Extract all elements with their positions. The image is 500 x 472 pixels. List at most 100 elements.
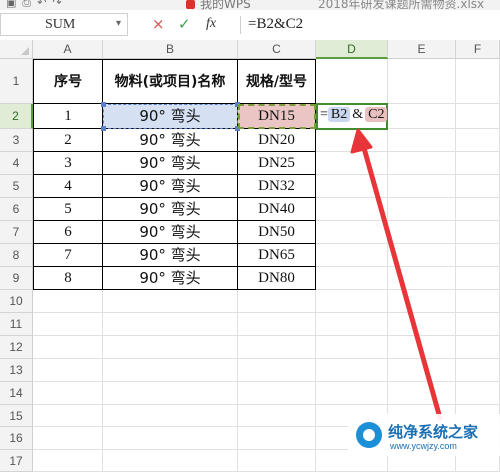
table-row-spec[interactable]: DN32 xyxy=(238,175,316,198)
table-row-spec[interactable]: DN65 xyxy=(238,244,316,267)
row-header-14[interactable]: 14 xyxy=(0,382,33,405)
cancel-icon[interactable]: × xyxy=(152,15,165,33)
row-header-15[interactable]: 15 xyxy=(0,405,33,427)
row-header-17[interactable]: 17 xyxy=(0,450,33,472)
table-row-spec[interactable]: DN15 xyxy=(238,104,316,129)
row-header-16[interactable]: 16 xyxy=(0,427,33,450)
cell-e6[interactable] xyxy=(388,198,456,221)
cell-d1[interactable] xyxy=(316,59,388,104)
table-row-number[interactable]: 8 xyxy=(33,267,103,290)
insert-function-button[interactable]: fx xyxy=(206,16,216,32)
table-row-spec[interactable]: DN25 xyxy=(238,152,316,175)
table-row-number[interactable]: 4 xyxy=(33,175,103,198)
row-header-5[interactable]: 5 xyxy=(0,175,33,198)
table-row-name[interactable]: 90° 弯头 xyxy=(103,198,238,221)
table-row-number[interactable]: 2 xyxy=(33,129,103,152)
cell-f6[interactable] xyxy=(456,198,500,221)
column-header-b[interactable]: B xyxy=(103,40,238,59)
cell-c14[interactable] xyxy=(238,382,316,405)
table-row-number[interactable]: 7 xyxy=(33,244,103,267)
table-row-name[interactable]: 90° 弯头 xyxy=(103,221,238,244)
cell-c10[interactable] xyxy=(238,290,316,313)
cell-e1[interactable] xyxy=(388,59,456,104)
column-header-e[interactable]: E xyxy=(388,40,456,59)
cell-c15[interactable] xyxy=(238,405,316,427)
cell-d10[interactable] xyxy=(316,290,388,313)
cell-c12[interactable] xyxy=(238,336,316,359)
cell-d7[interactable] xyxy=(316,221,388,244)
cell-f8[interactable] xyxy=(456,244,500,267)
row-header-4[interactable]: 4 xyxy=(0,152,33,175)
row-header-12[interactable]: 12 xyxy=(0,336,33,359)
cell-d3[interactable] xyxy=(316,129,388,152)
cell-b13[interactable] xyxy=(103,359,238,382)
cell-f3[interactable] xyxy=(456,129,500,152)
cell-b14[interactable] xyxy=(103,382,238,405)
table-header-cell[interactable]: 规格/型号 xyxy=(238,59,316,104)
cell-e8[interactable] xyxy=(388,244,456,267)
table-row-number[interactable]: 3 xyxy=(33,152,103,175)
cell-f11[interactable] xyxy=(456,313,500,336)
table-row-spec[interactable]: DN40 xyxy=(238,198,316,221)
cell-f7[interactable] xyxy=(456,221,500,244)
table-header-cell[interactable]: 序号 xyxy=(33,59,103,104)
cell-c11[interactable] xyxy=(238,313,316,336)
quick-access-icons[interactable]: ▣⎙↶↷ xyxy=(6,0,68,10)
cell-b17[interactable] xyxy=(103,450,238,472)
row-header-9[interactable]: 9 xyxy=(0,267,33,290)
row-header-6[interactable]: 6 xyxy=(0,198,33,221)
row-header-3[interactable]: 3 xyxy=(0,129,33,152)
cell-d6[interactable] xyxy=(316,198,388,221)
cell-f14[interactable] xyxy=(456,382,500,405)
table-row-name[interactable]: 90° 弯头 xyxy=(103,267,238,290)
confirm-icon[interactable]: ✓ xyxy=(178,15,191,33)
cell-e13[interactable] xyxy=(388,359,456,382)
active-cell-d2-editor[interactable]: = B2 & C2 xyxy=(316,103,388,130)
cell-e3[interactable] xyxy=(388,129,456,152)
cell-f1[interactable] xyxy=(456,59,500,104)
cell-e2[interactable] xyxy=(388,104,456,129)
row-header-2[interactable]: 2 xyxy=(0,104,33,129)
cell-d13[interactable] xyxy=(316,359,388,382)
cell-f9[interactable] xyxy=(456,267,500,290)
spreadsheet-grid[interactable]: A B C D E F 1 2 3 4 5 6 7 8 9 10 11 12 13 14 15 16 17 序号 物料(或项目)… xyxy=(0,40,500,472)
cell-a14[interactable] xyxy=(33,382,103,405)
cell-d4[interactable] xyxy=(316,152,388,175)
tab-doc2[interactable]: 2018年研发课题所需物资.xlsx xyxy=(318,0,484,10)
cell-a11[interactable] xyxy=(33,313,103,336)
column-header-d[interactable]: D xyxy=(316,40,388,59)
column-header-a[interactable]: A xyxy=(33,40,103,59)
cell-c17[interactable] xyxy=(238,450,316,472)
cell-f4[interactable] xyxy=(456,152,500,175)
reference-handle[interactable] xyxy=(101,102,106,107)
cell-b12[interactable] xyxy=(103,336,238,359)
cell-d9[interactable] xyxy=(316,267,388,290)
row-header-11[interactable]: 11 xyxy=(0,313,33,336)
cell-e12[interactable] xyxy=(388,336,456,359)
cell-e5[interactable] xyxy=(388,175,456,198)
cell-b11[interactable] xyxy=(103,313,238,336)
cell-d5[interactable] xyxy=(316,175,388,198)
cell-f12[interactable] xyxy=(456,336,500,359)
cell-d14[interactable] xyxy=(316,382,388,405)
table-row-number[interactable]: 1 xyxy=(33,104,103,129)
cell-e10[interactable] xyxy=(388,290,456,313)
cell-e7[interactable] xyxy=(388,221,456,244)
row-header-8[interactable]: 8 xyxy=(0,244,33,267)
select-all-corner[interactable] xyxy=(0,40,33,59)
name-box[interactable]: SUM ▾ xyxy=(0,13,128,36)
formula-input[interactable]: =B2&C2 xyxy=(248,16,303,33)
table-row-name[interactable]: 90° 弯头 xyxy=(103,104,238,129)
cell-a17[interactable] xyxy=(33,450,103,472)
reference-handle[interactable] xyxy=(235,126,240,131)
table-row-name[interactable]: 90° 弯头 xyxy=(103,244,238,267)
table-row-spec[interactable]: DN80 xyxy=(238,267,316,290)
cell-f5[interactable] xyxy=(456,175,500,198)
column-header-f[interactable]: F xyxy=(456,40,500,59)
tab-doc1[interactable]: 我的WPS xyxy=(200,0,251,10)
row-header-7[interactable]: 7 xyxy=(0,221,33,244)
cell-a10[interactable] xyxy=(33,290,103,313)
cell-e4[interactable] xyxy=(388,152,456,175)
cell-f2[interactable] xyxy=(456,104,500,129)
cell-a15[interactable] xyxy=(33,405,103,427)
